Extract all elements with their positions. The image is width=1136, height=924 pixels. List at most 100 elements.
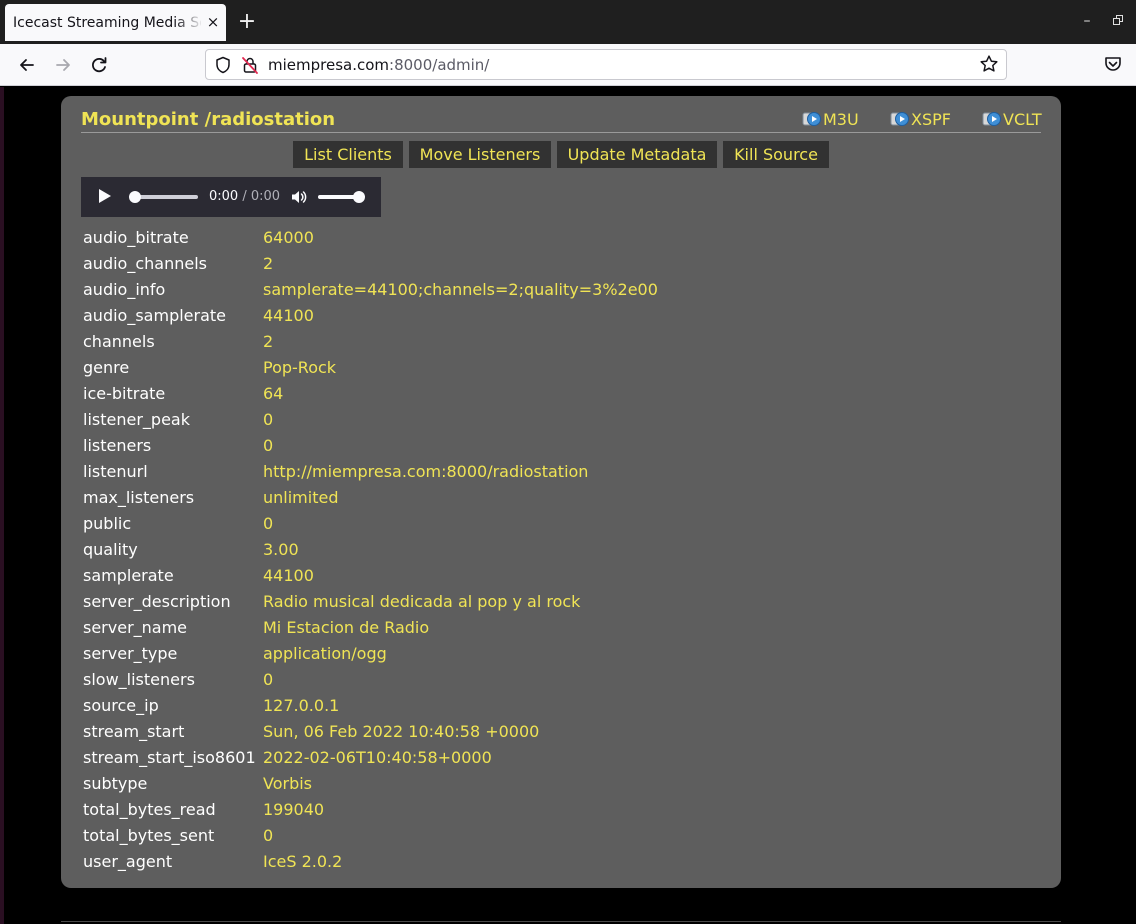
stats-row: listener_peak 0 bbox=[81, 406, 660, 432]
stat-key: public bbox=[83, 513, 132, 533]
duration: 0:00 bbox=[250, 189, 281, 204]
stat-value: 44100 bbox=[263, 305, 314, 325]
xspf-label: XSPF bbox=[911, 110, 951, 129]
stats-row: source_ip 127.0.0.1 bbox=[81, 692, 660, 718]
pocket-icon[interactable] bbox=[1103, 54, 1123, 74]
stats-row: channels 2 bbox=[81, 328, 660, 354]
close-tab-icon[interactable]: × bbox=[204, 13, 222, 31]
move-listeners-button[interactable]: Move Listeners bbox=[409, 141, 551, 168]
minimize-window-icon[interactable]: – bbox=[1080, 14, 1094, 28]
stats-row: public 0 bbox=[81, 510, 660, 536]
stat-key: ice-bitrate bbox=[83, 383, 166, 403]
stat-value: Radio musical dedicada al pop y al rock bbox=[263, 591, 581, 611]
reload-icon[interactable] bbox=[88, 54, 110, 76]
stat-key: server_name bbox=[83, 617, 188, 637]
m3u-link[interactable]: M3U bbox=[802, 110, 859, 130]
stat-key: source_ip bbox=[83, 695, 159, 715]
stats-row: listeners 0 bbox=[81, 432, 660, 458]
update-metadata-button[interactable]: Update Metadata bbox=[557, 141, 717, 168]
stats-row: total_bytes_sent 0 bbox=[81, 822, 660, 848]
stat-key: genre bbox=[83, 357, 130, 377]
vclt-link[interactable]: VCLT bbox=[982, 110, 1042, 130]
mountpoint-title: Mountpoint /radiostation bbox=[81, 109, 336, 130]
page-edge bbox=[0, 87, 4, 924]
kill-source-button[interactable]: Kill Source bbox=[723, 141, 829, 168]
stat-key: slow_listeners bbox=[83, 669, 195, 689]
time-separator: / bbox=[238, 189, 251, 204]
stat-key: user_agent bbox=[83, 851, 173, 871]
stats-row: server_name Mi Estacion de Radio bbox=[81, 614, 660, 640]
stat-key: stream_start bbox=[83, 721, 185, 741]
stat-key: max_listeners bbox=[83, 487, 195, 507]
stat-key: quality bbox=[83, 539, 138, 559]
browser-tab-bar: Icecast Streaming Media Server × + – bbox=[0, 0, 1136, 44]
url-text[interactable]: miempresa.com:8000/admin/ bbox=[268, 56, 489, 74]
list-clients-button[interactable]: List Clients bbox=[293, 141, 403, 168]
address-bar[interactable]: miempresa.com:8000/admin/ bbox=[205, 49, 1007, 80]
stats-row: subtype Vorbis bbox=[81, 770, 660, 796]
stat-key: subtype bbox=[83, 773, 148, 793]
stat-value: 0 bbox=[263, 409, 274, 429]
stat-value: unlimited bbox=[263, 487, 339, 507]
browser-tab[interactable]: Icecast Streaming Media Server × bbox=[5, 4, 226, 41]
stats-row: ice-bitrate 64 bbox=[81, 380, 660, 406]
vclt-label: VCLT bbox=[1003, 110, 1042, 129]
stats-row: quality 3.00 bbox=[81, 536, 660, 562]
stat-value: http://miempresa.com:8000/radiostation bbox=[263, 461, 589, 481]
stats-row: stream_start_iso8601 2022-02-06T10:40:58+… bbox=[81, 744, 660, 770]
stats-table: audio_bitrate 64000 audio_channels 2 audio_i… bbox=[81, 224, 660, 874]
seek-bar[interactable] bbox=[135, 195, 198, 199]
stat-value: application/ogg bbox=[263, 643, 387, 663]
shield-icon[interactable] bbox=[215, 56, 231, 74]
stat-key: audio_bitrate bbox=[83, 227, 189, 247]
new-tab-button[interactable]: + bbox=[236, 11, 258, 34]
audio-player: 0:00 / 0:00 bbox=[81, 177, 381, 217]
stat-value: IceS 2.0.2 bbox=[263, 851, 343, 871]
arrow-left-icon[interactable] bbox=[16, 54, 38, 76]
stat-value: 44100 bbox=[263, 565, 314, 585]
volume-icon[interactable] bbox=[290, 188, 308, 206]
seek-handle[interactable] bbox=[129, 191, 141, 203]
stats-row: server_description Radio musical dedicada… bbox=[81, 588, 660, 614]
stat-key: listenurl bbox=[83, 461, 148, 481]
stats-row: audio_samplerate 44100 bbox=[81, 302, 660, 328]
playlist-icon bbox=[890, 110, 910, 128]
stat-key: total_bytes_sent bbox=[83, 825, 215, 845]
stat-value: 0 bbox=[263, 825, 274, 845]
stat-key: channels bbox=[83, 331, 155, 351]
stat-value: 0 bbox=[263, 435, 274, 455]
time-display: 0:00 / 0:00 bbox=[209, 189, 280, 204]
volume-handle[interactable] bbox=[353, 191, 365, 203]
xspf-link[interactable]: XSPF bbox=[890, 110, 951, 130]
stat-value: 127.0.0.1 bbox=[263, 695, 340, 715]
tab-title: Icecast Streaming Media Server bbox=[13, 15, 201, 31]
stat-value: Mi Estacion de Radio bbox=[263, 617, 430, 637]
stats-row: samplerate 44100 bbox=[81, 562, 660, 588]
stats-row: total_bytes_read 199040 bbox=[81, 796, 660, 822]
stats-row: audio_channels 2 bbox=[81, 250, 660, 276]
stats-row: audio_bitrate 64000 bbox=[81, 224, 660, 250]
stat-key: total_bytes_read bbox=[83, 799, 216, 819]
stats-row: max_listeners unlimited bbox=[81, 484, 660, 510]
restore-window-icon[interactable] bbox=[1113, 15, 1125, 27]
footer-divider bbox=[61, 921, 1061, 922]
stat-value: 3.00 bbox=[263, 539, 299, 559]
stat-value: 0 bbox=[263, 669, 274, 689]
stat-value: 0 bbox=[263, 513, 274, 533]
stat-value: 64 bbox=[263, 383, 284, 403]
browser-toolbar: miempresa.com:8000/admin/ bbox=[0, 44, 1136, 86]
stat-key: samplerate bbox=[83, 565, 174, 585]
stats-row: audio_info samplerate=44100;channels=2;qu… bbox=[81, 276, 660, 302]
stat-key: audio_channels bbox=[83, 253, 207, 273]
stat-value: 2 bbox=[263, 253, 274, 273]
url-path: :8000/admin/ bbox=[389, 56, 490, 74]
stat-value: samplerate=44100;channels=2;quality=3%2e… bbox=[263, 279, 658, 299]
play-icon[interactable] bbox=[99, 189, 111, 203]
stats-row: slow_listeners 0 bbox=[81, 666, 660, 692]
stat-key: stream_start_iso8601 bbox=[83, 747, 256, 767]
arrow-right-icon[interactable] bbox=[52, 54, 74, 76]
insecure-lock-icon[interactable] bbox=[241, 56, 259, 74]
stat-value: 199040 bbox=[263, 799, 325, 819]
playlist-icon bbox=[982, 110, 1002, 128]
star-icon[interactable] bbox=[978, 54, 1000, 76]
